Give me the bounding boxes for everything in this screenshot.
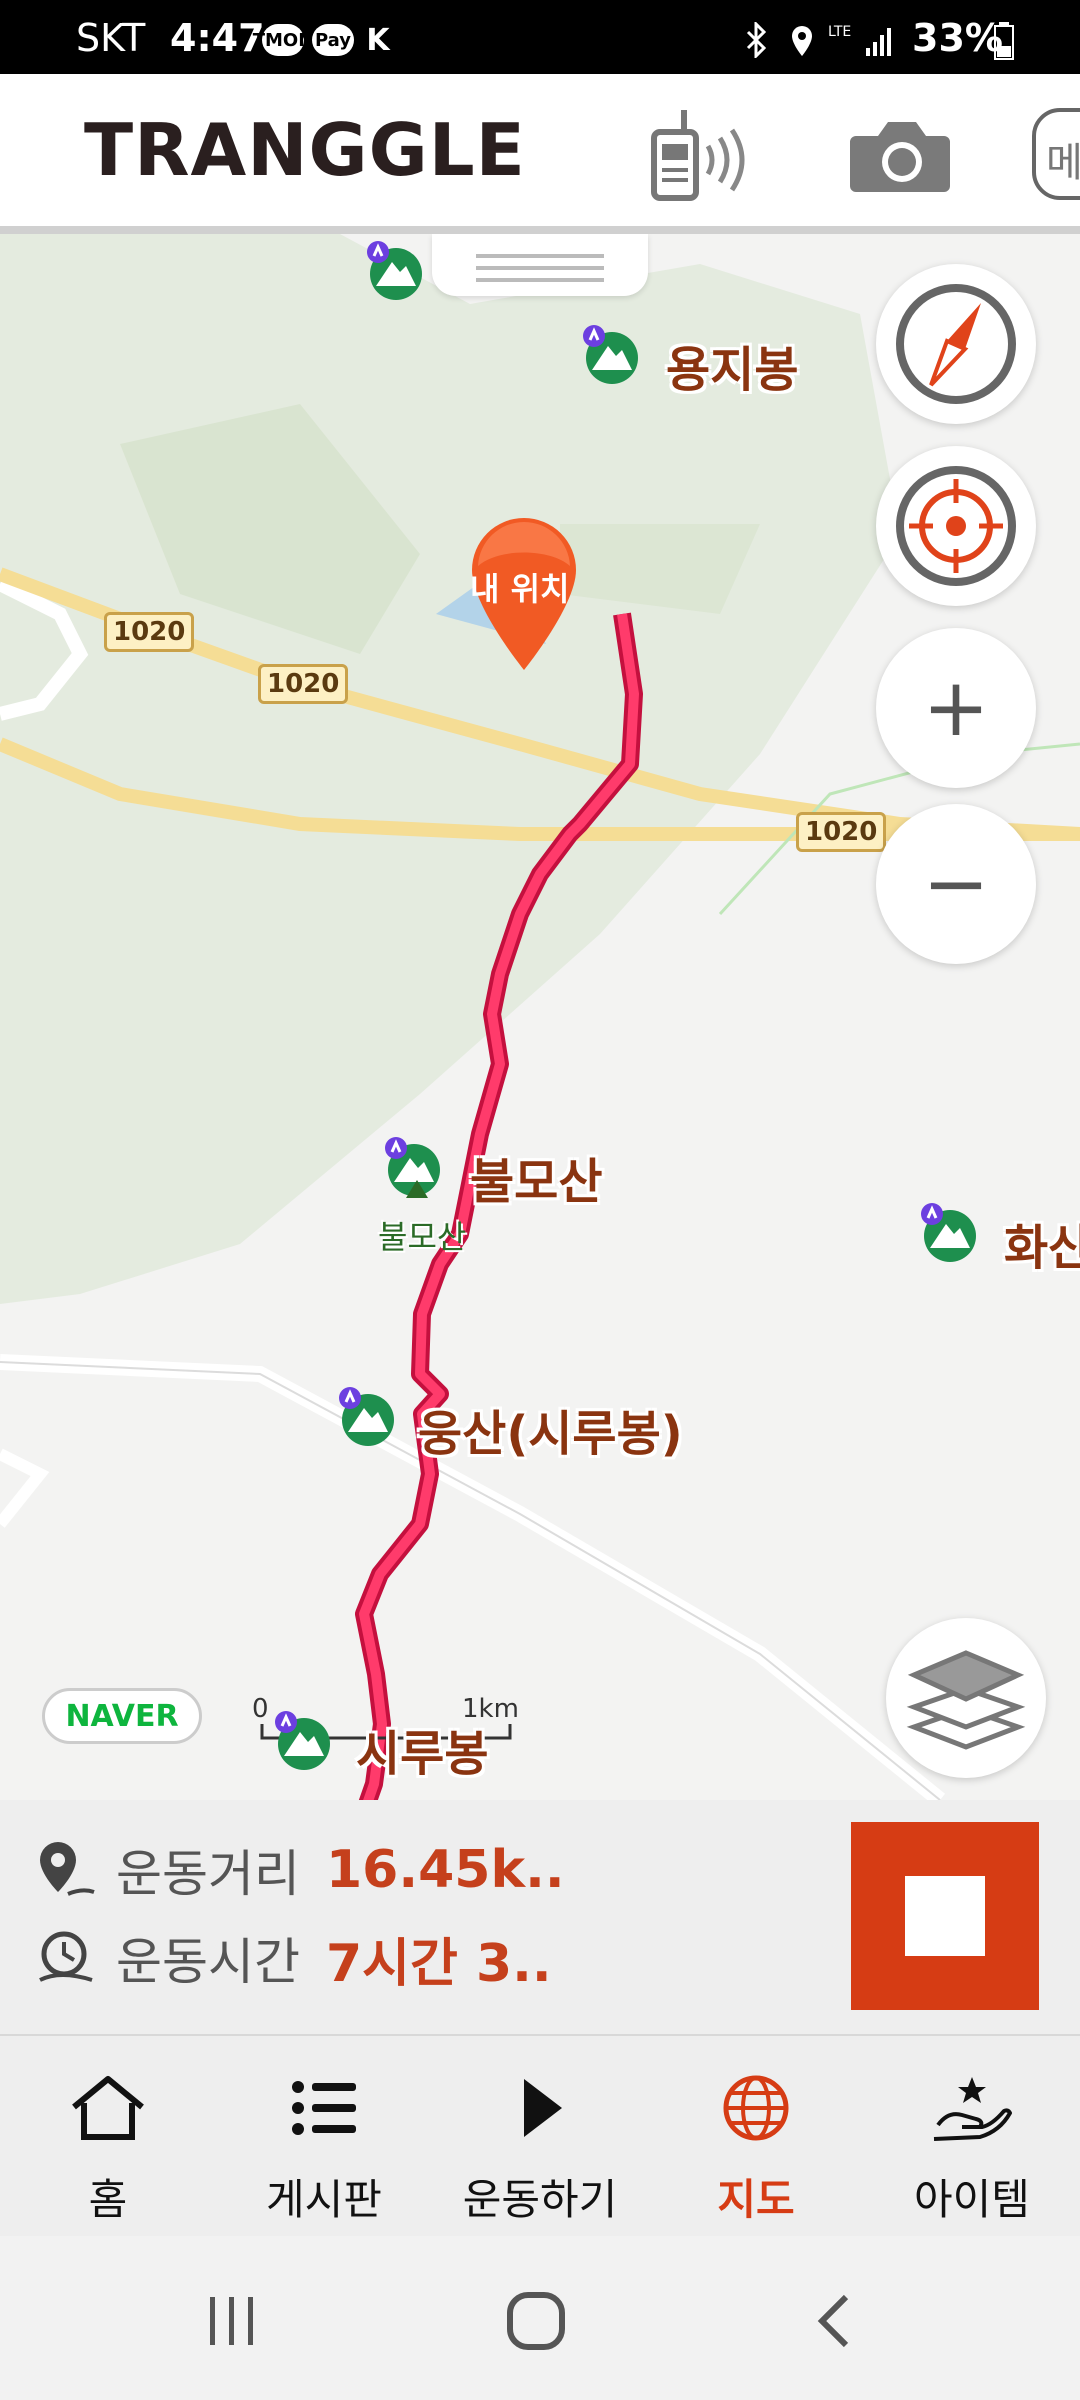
menu-button[interactable]: 메 [1032,108,1080,200]
tab-board[interactable]: 게시판 [216,2036,432,2236]
crosshair-icon [896,466,1016,586]
recent-apps-button[interactable] [172,2276,292,2366]
minus-icon: − [922,837,990,930]
tab-label: 게시판 [266,2175,382,2224]
distance-row: 운동거리 16.45k.. [34,1830,565,1910]
battery-icon [994,22,1014,60]
tab-label: 아이템 [914,2175,1030,2224]
road [0,1448,50,1528]
walkie-talkie-icon [651,110,745,201]
drawer-handle[interactable] [432,234,648,296]
tab-label: 홈 [88,2175,128,2224]
peak-label: 불모산 [470,1154,603,1210]
time-value: 7시간 3.. [326,1933,552,1994]
layers-icon [906,1650,1026,1750]
lte-icon: LTE [828,24,851,40]
layers-button[interactable] [886,1618,1046,1778]
tab-items[interactable]: 아이템 [864,2036,1080,2236]
zoom-out-button[interactable]: − [876,804,1036,964]
scale-end-label: 1km [462,1694,519,1724]
system-nav-bar [0,2236,1080,2400]
tab-workout[interactable]: 운동하기 [432,2036,648,2236]
scale-start-label: 0 [252,1694,269,1724]
walkie-talkie-button[interactable] [646,104,756,204]
bluetooth-icon [746,22,767,58]
peak-label: 웅산(시루봉) [418,1406,683,1462]
compass-button[interactable] [876,264,1036,424]
hand-star-icon [933,2077,1012,2141]
battery-level: 33% [912,16,1003,60]
tab-home[interactable]: 홈 [0,2036,216,2236]
clock: 4:47 [170,16,265,60]
road-badge-1020: 1020 [258,664,349,704]
play-icon [524,2079,562,2137]
signal-icon [866,28,891,56]
plus-icon: + [922,661,990,754]
list-icon [292,2081,356,2135]
tab-label: 지도 [717,2175,795,2224]
locate-button[interactable] [876,446,1036,606]
time-label: 운동시간 [116,1933,300,1991]
stop-icon [905,1876,985,1956]
status-icons: LTE [746,22,891,58]
distance-icon [40,1842,95,1896]
globe-icon [723,2075,789,2141]
distance-label: 운동거리 [116,1845,300,1903]
k-app-icon: K [366,22,390,58]
mountain-marker-icon[interactable] [334,1384,398,1448]
summit-triangle-icon [406,1180,428,1198]
location-icon [792,26,812,56]
road-badge-1020: 1020 [796,812,887,852]
compass-icon [896,284,1016,404]
peak-label: 화산 [1004,1220,1080,1276]
back-button[interactable] [776,2276,896,2366]
home-nav-button[interactable] [476,2276,596,2366]
app-logo: TRANGGLE [84,108,526,192]
status-bar: SKT 4:47 TMON Pay K LTE 33% [0,0,1080,74]
time-row: 운동시간 7시간 3.. [34,1918,552,1998]
tab-label: 운동하기 [462,2175,618,2224]
recent-apps-icon [210,2297,253,2345]
camera-button[interactable] [846,104,956,204]
distance-value: 16.45k.. [326,1840,565,1900]
back-icon [817,2294,849,2348]
camera-icon [850,122,950,192]
tmon-app-icon: TMON [253,24,313,56]
mountain-marker-icon[interactable] [362,238,426,302]
map-view[interactable]: 1020 1020 1020 용지봉 불모산 불모산 화산 웅산(시루봉) 시루… [0,234,1080,1800]
home-icon [72,2076,144,2140]
mountain-marker-icon[interactable] [578,322,642,386]
peak-label: 시루봉 [356,1726,489,1782]
peak-label: 용지봉 [666,342,799,398]
naver-attribution: NAVER [42,1688,202,1744]
my-location-label: 내 위치 [470,570,570,608]
tab-map[interactable]: 지도 [648,2036,864,2236]
app-header: TRANGGLE 메 [0,74,1080,234]
home-circle-icon [507,2292,565,2350]
mountain-marker-icon[interactable] [270,1708,334,1772]
clock-icon [39,1931,93,1982]
carrier-label: SKT [76,16,146,60]
peak-sublabel: 불모산 [378,1218,467,1256]
mountain-marker-icon[interactable] [916,1200,980,1264]
zoom-in-button[interactable]: + [876,628,1036,788]
pay-app-icon: Pay [312,24,354,56]
stop-button[interactable] [851,1822,1039,2010]
bottom-tab-bar: 홈 게시판 운동하기 지도 아이템 [0,2036,1080,2236]
road-badge-1020: 1020 [104,612,195,652]
